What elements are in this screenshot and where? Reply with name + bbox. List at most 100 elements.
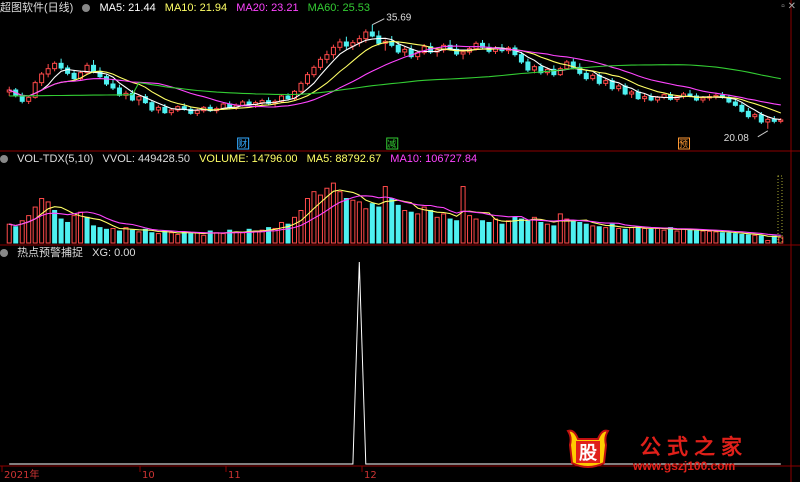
volume-bar — [713, 231, 719, 244]
volume-bar — [674, 230, 680, 244]
volume-bar — [233, 231, 239, 244]
ma60-value: MA60: 25.53 — [307, 2, 371, 14]
candle-body — [110, 83, 116, 89]
minimize-icon[interactable]: ▫ — [781, 1, 785, 12]
x-tick-label: 10 — [142, 470, 155, 481]
volume-bar — [220, 233, 226, 244]
volume-bar — [505, 220, 511, 244]
volume-bar — [719, 232, 725, 244]
price-header: 超图软件(日线) MA5: 21.44 MA10: 21.94 MA20: 23… — [0, 1, 376, 15]
volume-bar — [551, 225, 557, 244]
candle-body — [330, 46, 336, 56]
volume-bar — [486, 221, 492, 244]
volume-bar — [454, 220, 460, 244]
volume-bar — [706, 230, 712, 244]
candle-body — [363, 31, 369, 40]
volume-bar — [778, 236, 784, 244]
candle-body — [616, 85, 622, 90]
candle-body — [298, 82, 304, 92]
candle-body — [648, 96, 654, 101]
volume-bar — [13, 226, 19, 244]
candle-body — [395, 44, 401, 53]
candle-body — [531, 66, 537, 71]
candle-body — [97, 70, 103, 78]
event-tag-label: 减 — [387, 138, 396, 150]
volume-bar — [700, 230, 706, 244]
volume-bar — [499, 223, 505, 244]
chart-canvas[interactable]: 35.69 20.08 财 减 预 2021年 10 11 12 — [0, 0, 800, 482]
volume-bar — [253, 230, 259, 244]
volume-bar — [661, 229, 667, 244]
high-label: 35.69 — [386, 13, 411, 24]
volume-bar — [655, 227, 661, 244]
candle-body — [71, 72, 77, 80]
candle-body — [343, 41, 349, 47]
volume-bar — [460, 186, 466, 244]
volume-bar — [65, 221, 71, 244]
vol-ma5-value: MA5: 88792.67 — [306, 153, 382, 165]
volume-bar — [363, 208, 369, 244]
settings-dot-icon[interactable] — [82, 4, 91, 12]
settings-dot-icon[interactable] — [0, 155, 8, 163]
volume-bar — [473, 218, 479, 244]
volume-bar — [531, 216, 537, 244]
candle-body — [168, 109, 174, 114]
settings-dot-icon[interactable] — [0, 249, 8, 257]
candle-body — [324, 54, 330, 60]
candle-body — [304, 74, 310, 84]
volume-bar — [168, 232, 174, 244]
volume-bar — [557, 213, 563, 244]
volume-bar — [421, 206, 427, 244]
volume-bar — [136, 231, 142, 244]
volume-bar — [32, 206, 38, 244]
volume-bar — [629, 227, 635, 244]
volume-bar — [84, 216, 90, 244]
volume-bar — [726, 232, 732, 244]
volume-bar — [39, 198, 45, 244]
vol-ma10-value: MA10: 106727.84 — [390, 153, 478, 165]
close-icon[interactable]: ✕ — [788, 1, 796, 12]
ma20-value: MA20: 23.21 — [236, 2, 299, 14]
volume-bar — [356, 201, 362, 244]
volume-bar — [596, 226, 602, 244]
candle-body — [103, 76, 110, 85]
volume-bar — [129, 229, 135, 244]
candle-body — [642, 96, 648, 100]
candle-body — [629, 91, 635, 95]
volume-bar — [142, 228, 148, 244]
volume-bar — [214, 232, 220, 244]
candle-body — [758, 114, 764, 123]
volume-bar — [428, 209, 434, 244]
candle-body — [778, 119, 784, 122]
volume-bar — [480, 220, 486, 244]
candle-body — [765, 118, 771, 123]
volume-bar — [408, 211, 414, 244]
candle-body — [583, 72, 589, 80]
volume-bar — [369, 203, 375, 244]
volume-bar — [298, 209, 304, 244]
volume-bar — [343, 198, 349, 244]
volume-bar — [752, 234, 758, 244]
candle-body — [136, 96, 142, 101]
volume-bar — [758, 235, 764, 244]
volume-bar — [279, 221, 285, 244]
volume-bar — [91, 225, 97, 244]
indicator-header: 热点预警捕捉 XG: 0.00 — [0, 246, 142, 260]
volume-bar — [58, 218, 64, 244]
candle-body — [369, 31, 375, 37]
candle-body — [162, 106, 168, 114]
volume-bar — [395, 204, 401, 244]
volume-bar — [525, 220, 531, 244]
volume-bar — [155, 233, 161, 244]
candle-body — [590, 74, 596, 80]
volume-bar — [71, 215, 77, 244]
volume-bar — [175, 233, 181, 244]
volume-bar — [642, 227, 648, 244]
candle-body — [739, 104, 745, 112]
volume-bar — [492, 218, 499, 244]
indicator-name: 热点预警捕捉 — [17, 247, 84, 259]
candle-body — [194, 110, 200, 114]
volume-bar — [447, 218, 453, 244]
volume-bar — [441, 213, 447, 244]
volume-bar — [590, 225, 596, 244]
